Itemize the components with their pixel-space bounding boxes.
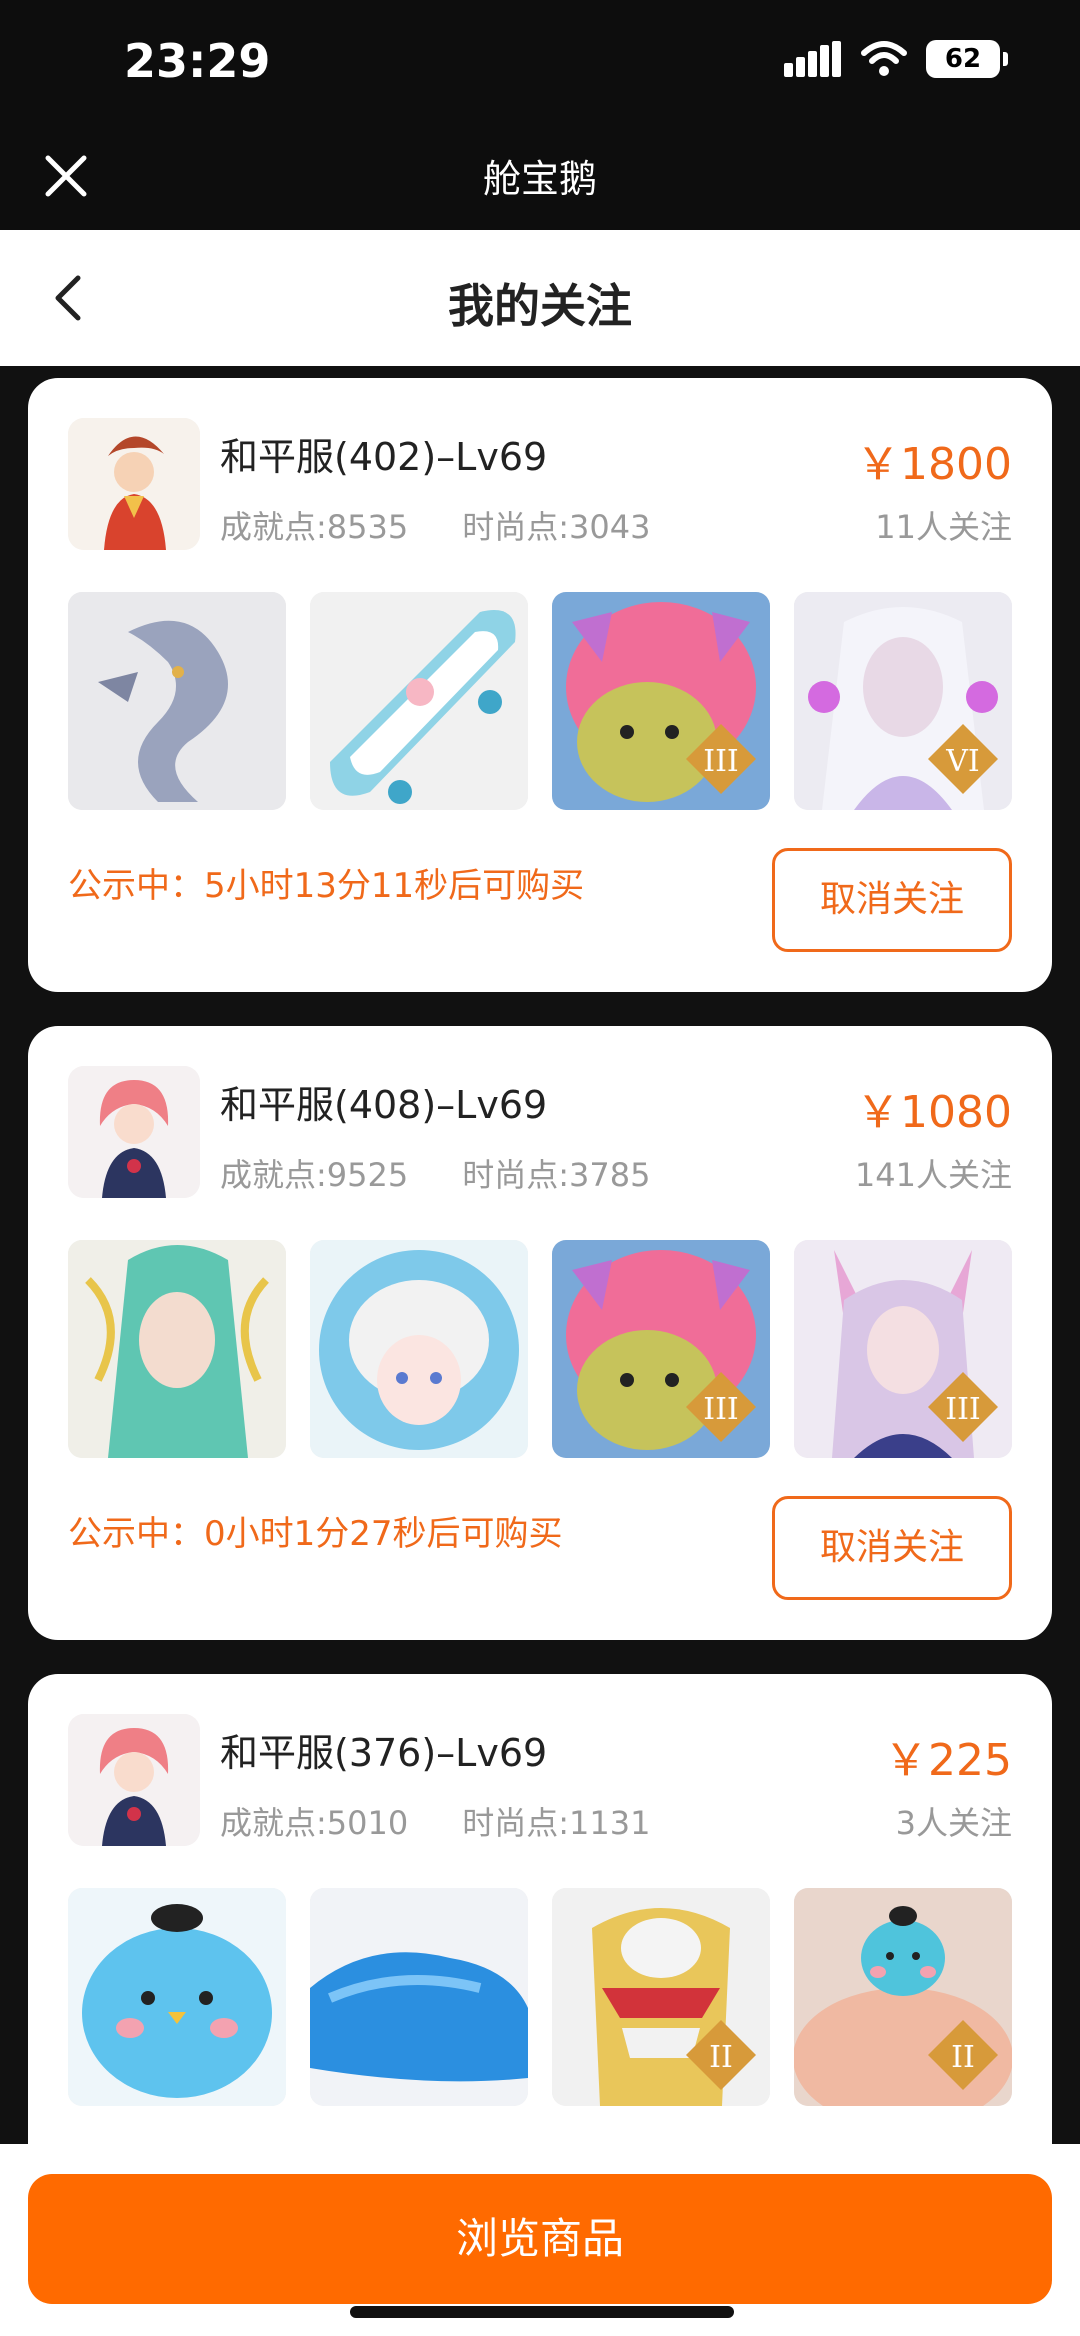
follower-count: 11人关注: [875, 508, 1012, 546]
app-title: 舱宝鹅: [482, 157, 597, 201]
publicity-countdown: 公示中：0小时1分27秒后可购买: [68, 1514, 563, 1554]
follower-count: 141人关注: [854, 1156, 1012, 1194]
price: ￥225: [884, 1735, 1012, 1786]
publicity-countdown: 公示中：5小时13分11秒后可购买: [68, 866, 585, 906]
item-thumbnail[interactable]: [68, 592, 286, 810]
account-avatar: [68, 1066, 200, 1198]
followed-item-card[interactable]: 和平服(402)–Lv69 成就点:8535 时尚点:3043 ￥1800 11人…: [28, 378, 1052, 992]
fashion-points: 时尚点:3785: [462, 1156, 651, 1194]
account-stats: 成就点:5010 时尚点:1131: [220, 1798, 650, 1844]
app-header: 舱宝鹅: [0, 130, 1080, 230]
page-title: 我的关注: [448, 279, 632, 333]
svg-text:III: III: [703, 744, 739, 779]
item-thumbnails: III III: [68, 1240, 1012, 1458]
price: ￥1800: [856, 439, 1012, 490]
rank-badge-icon: II: [928, 2020, 998, 2090]
item-thumbnail[interactable]: [68, 1240, 286, 1458]
status-icons: 62: [784, 40, 1008, 78]
item-thumbnail[interactable]: [68, 1888, 286, 2106]
followed-item-card[interactable]: 和平服(408)–Lv69 成就点:9525 时尚点:3785 ￥1080 141…: [28, 1026, 1052, 1640]
wifi-icon: [861, 41, 907, 76]
battery-icon: 62: [926, 40, 1008, 78]
fashion-points: 时尚点:3043: [462, 508, 651, 546]
server-level: 和平服(402)–Lv69: [220, 435, 548, 479]
svg-text:VI: VI: [945, 744, 980, 779]
home-indicator: [350, 2306, 734, 2318]
browse-products-button[interactable]: 浏览商品: [28, 2174, 1052, 2304]
unfollow-button[interactable]: 取消关注: [772, 1496, 1012, 1600]
svg-text:II: II: [709, 2040, 733, 2075]
server-level: 和平服(376)–Lv69: [220, 1731, 548, 1775]
achievement-points: 成就点:8535: [220, 508, 409, 546]
nav-bar: 我的关注: [0, 230, 1080, 366]
account-stats: 成就点:9525 时尚点:3785: [220, 1150, 650, 1196]
account-stats: 成就点:8535 时尚点:3043: [220, 502, 650, 548]
item-thumbnail[interactable]: III: [552, 592, 770, 810]
item-thumbnail[interactable]: II: [552, 1888, 770, 2106]
svg-text:III: III: [945, 1392, 981, 1427]
follower-count: 3人关注: [895, 1804, 1012, 1842]
followed-list: 和平服(402)–Lv69 成就点:8535 时尚点:3043 ￥1800 11人…: [28, 378, 1052, 2208]
item-thumbnail[interactable]: III: [794, 1240, 1012, 1458]
item-thumbnail[interactable]: [310, 1888, 528, 2106]
achievement-points: 成就点:5010: [220, 1804, 409, 1842]
rank-badge-icon: II: [686, 2020, 756, 2090]
signal-icon: [784, 41, 841, 77]
item-thumbnails: II II: [68, 1888, 1012, 2106]
status-bar: 23:29 62: [0, 0, 1080, 130]
price: ￥1080: [856, 1087, 1012, 1138]
unfollow-button[interactable]: 取消关注: [772, 848, 1012, 952]
item-thumbnail[interactable]: II: [794, 1888, 1012, 2106]
followed-item-card[interactable]: 和平服(376)–Lv69 成就点:5010 时尚点:1131 ￥225 3人关注: [28, 1674, 1052, 2174]
account-avatar: [68, 418, 200, 550]
item-thumbnail[interactable]: III: [552, 1240, 770, 1458]
item-thumbnails: III VI: [68, 592, 1012, 810]
server-level: 和平服(408)–Lv69: [220, 1083, 548, 1127]
status-time: 23:29: [124, 34, 271, 88]
svg-text:III: III: [703, 1392, 739, 1427]
item-thumbnail[interactable]: [310, 592, 528, 810]
svg-text:II: II: [951, 2040, 975, 2075]
rank-badge-icon: III: [928, 1372, 998, 1442]
achievement-points: 成就点:9525: [220, 1156, 409, 1194]
account-avatar: [68, 1714, 200, 1846]
rank-badge-icon: III: [686, 724, 756, 794]
rank-badge-icon: III: [686, 1372, 756, 1442]
item-thumbnail[interactable]: [310, 1240, 528, 1458]
fashion-points: 时尚点:1131: [462, 1804, 651, 1842]
rank-badge-icon: VI: [928, 724, 998, 794]
item-thumbnail[interactable]: VI: [794, 592, 1012, 810]
